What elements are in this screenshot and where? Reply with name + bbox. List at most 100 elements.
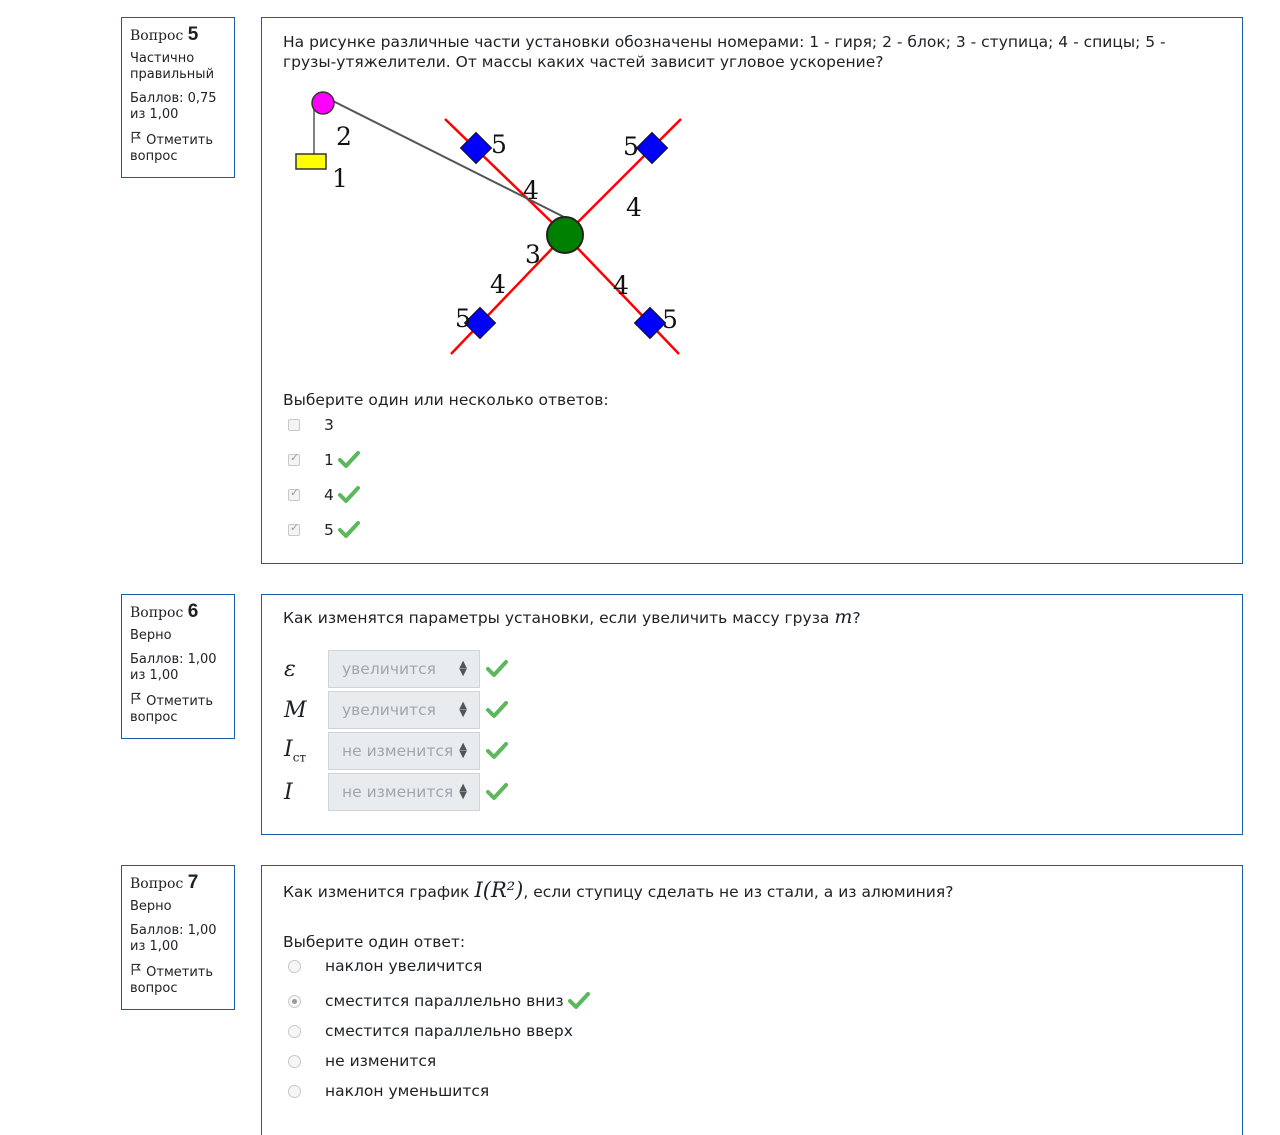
answer-checkbox[interactable] <box>288 521 300 536</box>
question-label: Вопрос <box>130 876 184 892</box>
diagram-label: 4 <box>613 271 629 300</box>
answer-option[interactable]: 4 <box>288 484 360 506</box>
question-state: Верно <box>130 899 172 914</box>
flag-label: Отметить вопрос <box>130 133 214 164</box>
answer-option[interactable]: сместится параллельно вниз <box>288 990 590 1012</box>
correct-check-icon <box>568 992 590 1010</box>
match-row: Iст не изменится ▲ ▼ <box>284 732 508 770</box>
answer-option[interactable]: 3 <box>288 414 334 436</box>
answer-select[interactable]: не изменится ▲ ▼ <box>328 773 480 811</box>
answer-option[interactable]: наклон увеличится <box>288 955 482 977</box>
correct-check-icon <box>338 486 360 504</box>
answer-option[interactable]: 1 <box>288 449 360 471</box>
select-arrows-icon: ▲ ▼ <box>459 782 467 801</box>
question-number: Вопрос 6 <box>130 601 234 622</box>
answer-radio[interactable] <box>288 1084 301 1098</box>
question-grade: Баллов: 1,00 из 1,00 <box>130 923 217 954</box>
question-text: Как изменится график I(R²), если ступицу… <box>283 880 1223 902</box>
question-content-5: На рисунке различные части установки обо… <box>261 17 1243 564</box>
select-arrows-icon: ▲ ▼ <box>459 659 467 678</box>
answer-checkbox[interactable] <box>288 419 300 431</box>
diagram-label: 4 <box>523 176 539 205</box>
answer-label: 1 <box>324 451 334 469</box>
correct-check-icon <box>486 660 508 678</box>
question-number-value: 6 <box>187 601 199 622</box>
pulley-shape <box>311 91 335 115</box>
flag-icon <box>130 692 142 705</box>
answer-radio[interactable] <box>288 1054 301 1068</box>
answer-select[interactable]: не изменится ▲ ▼ <box>328 732 480 770</box>
param-symbol: ε <box>284 656 296 682</box>
answer-label: сместится параллельно вверх <box>325 1022 573 1040</box>
answer-prompt: Выберите один ответ: <box>283 933 466 951</box>
flag-question-button[interactable]: Отметить вопрос <box>130 692 234 726</box>
correct-check-icon <box>486 701 508 719</box>
question-number-value: 7 <box>187 872 199 893</box>
weight-shape <box>295 153 327 170</box>
answer-radio[interactable] <box>288 959 301 973</box>
flag-label: Отметить вопрос <box>130 694 214 725</box>
answer-checkbox[interactable] <box>288 451 300 466</box>
question-number-value: 5 <box>187 24 199 45</box>
answer-label: 4 <box>324 486 334 504</box>
question-content-6: Как изменятся параметры установки, если … <box>261 594 1243 835</box>
answer-label: 3 <box>324 416 334 434</box>
param-symbol: M <box>284 697 307 723</box>
question-text: На рисунке различные части установки обо… <box>283 33 1166 71</box>
answer-label: наклон уменьшится <box>325 1082 490 1100</box>
question-content-7: Как изменится график I(R²), если ступицу… <box>261 865 1243 1135</box>
answer-option[interactable]: не изменится <box>288 1050 436 1072</box>
question-number: Вопрос 5 <box>130 24 234 45</box>
question-info-6: Вопрос 6 Верно Баллов: 1,00 из 1,00 Отме… <box>121 594 235 739</box>
math-symbol: m <box>834 606 853 628</box>
select-arrows-icon: ▲ ▼ <box>459 700 467 719</box>
answer-option[interactable]: 5 <box>288 519 360 541</box>
correct-check-icon <box>338 451 360 469</box>
diagram-label: 4 <box>626 193 642 222</box>
select-value: увеличится <box>342 701 436 719</box>
math-formula: I(R²) <box>474 878 524 902</box>
question-info-5: Вопрос 5 Частично правильный Баллов: 0,7… <box>121 17 235 178</box>
diagram-label: 1 <box>332 164 348 193</box>
diagram-label: 5 <box>623 132 639 161</box>
param-symbol: Iст <box>284 737 307 765</box>
flag-icon <box>130 131 142 144</box>
answer-select[interactable]: увеличится ▲ ▼ <box>328 650 480 688</box>
answer-select[interactable]: увеличится ▲ ▼ <box>328 691 480 729</box>
answer-label: наклон увеличится <box>325 957 483 975</box>
param-symbol: I <box>284 779 293 805</box>
question-text: Как изменятся параметры установки, если … <box>283 607 1223 628</box>
correct-check-icon <box>486 742 508 760</box>
answer-label: не изменится <box>325 1052 437 1070</box>
question-label: Вопрос <box>130 28 184 44</box>
question-state: Частично правильный <box>130 51 215 82</box>
question-info-7: Вопрос 7 Верно Баллов: 1,00 из 1,00 Отме… <box>121 865 235 1010</box>
correct-check-icon <box>486 783 508 801</box>
diagram-label: 4 <box>490 270 506 299</box>
question-state: Верно <box>130 628 172 643</box>
answer-radio[interactable] <box>288 1024 301 1038</box>
answer-radio[interactable] <box>288 994 301 1008</box>
match-row: ε увеличится ▲ ▼ <box>284 650 508 688</box>
diagram-label: 5 <box>455 304 471 333</box>
answer-option[interactable]: наклон уменьшится <box>288 1080 489 1102</box>
match-row: I не изменится ▲ ▼ <box>284 773 508 811</box>
wheel-diagram: 2 1 5 5 4 4 3 4 4 5 5 <box>295 91 682 355</box>
select-value: не изменится <box>342 783 454 801</box>
flag-icon <box>130 963 142 976</box>
diagram-label: 2 <box>336 122 352 151</box>
flag-question-button[interactable]: Отметить вопрос <box>130 131 234 165</box>
answer-checkbox[interactable] <box>288 486 300 501</box>
correct-check-icon <box>338 521 360 539</box>
answer-prompt: Выберите один или несколько ответов: <box>283 391 609 409</box>
diagram-label: 5 <box>491 130 507 159</box>
diagram-label: 3 <box>525 240 541 269</box>
flag-question-button[interactable]: Отметить вопрос <box>130 963 234 997</box>
question-text-part: ? <box>852 609 861 627</box>
question-label: Вопрос <box>130 605 184 621</box>
question-text-part: , если ступицу сделать не из стали, а из… <box>523 883 954 901</box>
question-text-part: Как изменятся параметры установки, если … <box>283 609 835 627</box>
match-row: M увеличится ▲ ▼ <box>284 691 508 729</box>
answer-label: сместится параллельно вниз <box>325 992 564 1010</box>
answer-option[interactable]: сместится параллельно вверх <box>288 1020 573 1042</box>
